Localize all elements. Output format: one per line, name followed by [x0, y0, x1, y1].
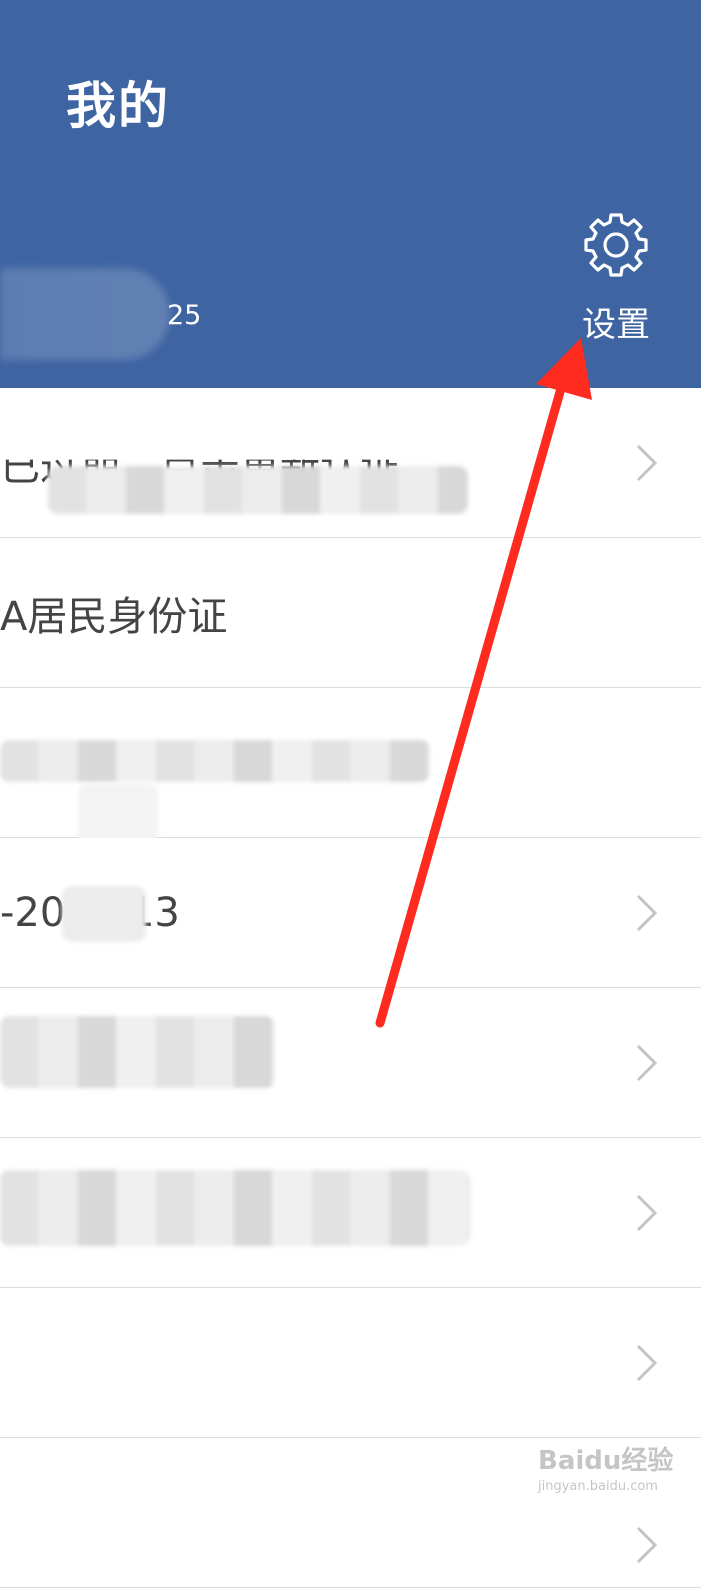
- chevron-right-icon: [636, 1527, 658, 1564]
- profile-header: 我的 25 设置: [0, 0, 701, 388]
- chevron-right-icon: [636, 1194, 658, 1231]
- chevron-right-icon: [636, 894, 658, 931]
- watermark-sub: jingyan.baidu.com: [538, 1479, 658, 1494]
- chevron-right-icon: [636, 1344, 658, 1381]
- list-item[interactable]: [0, 1288, 701, 1438]
- redacted-blur: [0, 1016, 275, 1088]
- watermark: Baidu经验 jingyan.baidu.com: [538, 1440, 688, 1500]
- list-item[interactable]: [0, 988, 701, 1138]
- redacted-blur: [62, 886, 146, 942]
- settings-label: 设置: [582, 305, 650, 345]
- list-item[interactable]: [0, 1138, 701, 1288]
- chevron-right-icon: [636, 444, 658, 481]
- user-info-suffix: 25: [167, 300, 202, 331]
- profile-list: 已过期，点击重新认证 A居民身份证 -2017.13: [0, 388, 701, 1588]
- list-item-label: A居民身份证: [0, 593, 228, 640]
- redacted-blur: [0, 740, 430, 782]
- redacted-blur: [48, 466, 468, 514]
- watermark-main: Baidu经验: [538, 1446, 674, 1476]
- chevron-right-icon: [636, 1044, 658, 1081]
- settings-button[interactable]: 设置: [566, 205, 666, 345]
- redacted-blur: [0, 1170, 470, 1246]
- redacted-blur: [78, 784, 158, 844]
- list-item: A居民身份证: [0, 538, 701, 688]
- list-item[interactable]: 已过期，点击重新认证: [0, 388, 701, 538]
- list-item[interactable]: -2017.13: [0, 838, 701, 988]
- list-item: [0, 688, 701, 844]
- gear-icon: [584, 213, 648, 277]
- page-title: 我的: [66, 77, 170, 135]
- user-info-blurred: [0, 268, 170, 360]
